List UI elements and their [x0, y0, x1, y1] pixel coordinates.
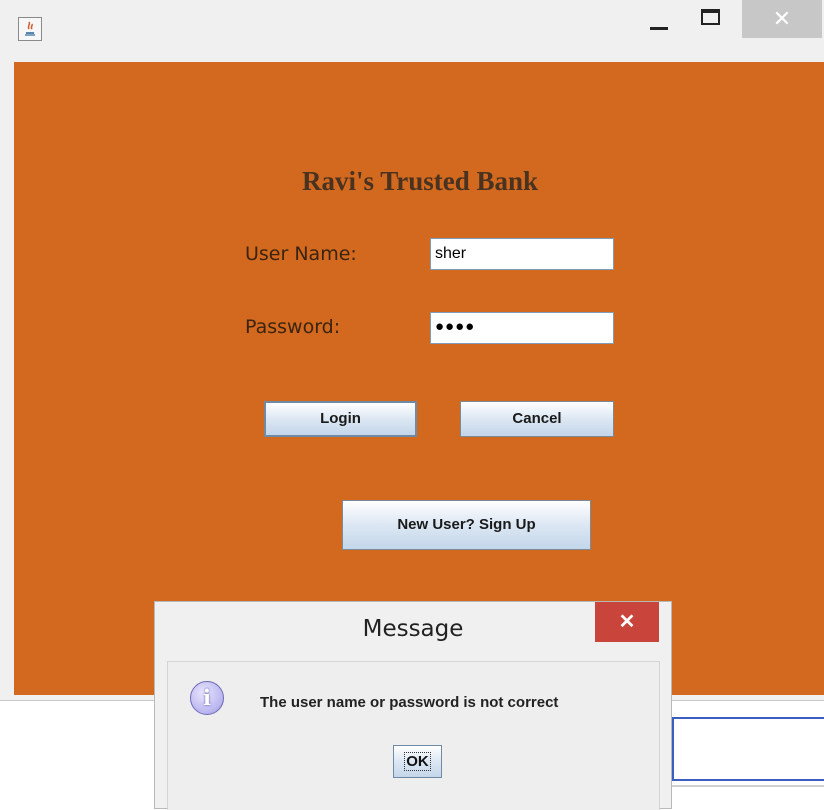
login-button[interactable]: Login — [264, 401, 417, 437]
ok-button-label: OK — [404, 752, 431, 771]
background-divider — [672, 785, 824, 787]
dialog-message: The user name or password is not correct — [260, 694, 559, 711]
ok-button[interactable]: OK — [393, 745, 442, 778]
close-icon[interactable]: ✕ — [742, 0, 822, 38]
java-app-icon[interactable] — [18, 17, 42, 41]
password-label: Password: — [245, 316, 341, 338]
maximize-icon[interactable] — [690, 0, 740, 38]
dialog-title: Message — [362, 616, 464, 642]
signup-button[interactable]: New User? Sign Up — [342, 500, 591, 550]
title-bar[interactable]: ✕ — [0, 0, 824, 58]
background-text-field[interactable] — [672, 717, 824, 781]
cancel-button[interactable]: Cancel — [460, 401, 614, 437]
dialog-body — [167, 661, 660, 810]
username-input[interactable]: sher — [430, 238, 614, 270]
password-input[interactable]: ●●●● — [430, 312, 614, 344]
page-title: Ravi's Trusted Bank — [301, 166, 539, 196]
username-label: User Name: — [245, 243, 357, 265]
main-window: ✕ — [0, 0, 824, 701]
minimize-icon[interactable] — [638, 0, 688, 38]
info-icon: i — [190, 681, 224, 715]
dialog-close-icon[interactable]: ✕ — [595, 602, 659, 642]
